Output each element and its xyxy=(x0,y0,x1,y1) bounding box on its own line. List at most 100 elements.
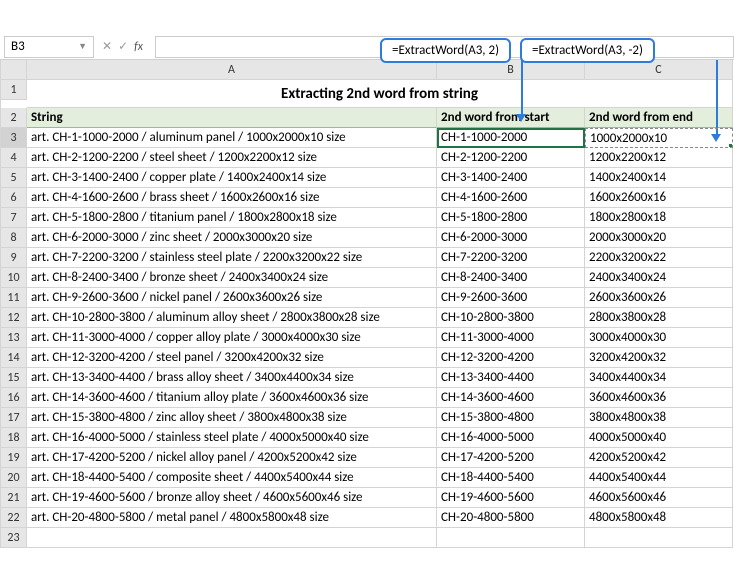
cell-string[interactable]: art. CH-15-3800-4800 / zinc alloy sheet … xyxy=(27,408,437,428)
column-header-c[interactable]: C xyxy=(585,60,733,80)
cell-string[interactable]: art. CH-13-3400-4400 / brass alloy sheet… xyxy=(27,368,437,388)
cell-word-from-end[interactable]: 3400x4400x34 xyxy=(585,368,733,388)
cell-word-from-end[interactable]: 3000x4000x30 xyxy=(585,328,733,348)
cell-string[interactable]: art. CH-6-2000-3000 / zinc sheet / 2000x… xyxy=(27,228,437,248)
row-header[interactable]: 15 xyxy=(1,368,27,388)
cell-word-from-end[interactable]: 4200x5200x42 xyxy=(585,448,733,468)
cell-word-from-end[interactable]: 1200x2200x12 xyxy=(585,148,733,168)
row-header[interactable]: 14 xyxy=(1,348,27,368)
cell-string[interactable]: art. CH-19-4600-5600 / bronze alloy shee… xyxy=(27,488,437,508)
title-cell[interactable]: Extracting 2nd word from string xyxy=(27,80,733,108)
cell-word-from-start[interactable]: CH-16-4000-5000 xyxy=(437,428,585,448)
row-header[interactable]: 6 xyxy=(1,188,27,208)
cell[interactable] xyxy=(437,528,585,548)
row-header[interactable]: 9 xyxy=(1,248,27,268)
cell-word-from-start[interactable]: CH-15-3800-4800 xyxy=(437,408,585,428)
fill-handle[interactable] xyxy=(729,144,733,148)
cell[interactable] xyxy=(585,528,733,548)
row-header[interactable]: 10 xyxy=(1,268,27,288)
row-header[interactable]: 21 xyxy=(1,488,27,508)
cell-string[interactable]: art. CH-10-2800-3800 / aluminum alloy sh… xyxy=(27,308,437,328)
cell-string[interactable]: art. CH-17-4200-5200 / nickel alloy pane… xyxy=(27,448,437,468)
row-header[interactable]: 5 xyxy=(1,168,27,188)
name-box[interactable]: B3 ▼ xyxy=(4,36,94,58)
cell-word-from-end[interactable]: 2600x3600x26 xyxy=(585,288,733,308)
cell-word-from-start[interactable]: CH-11-3000-4000 xyxy=(437,328,585,348)
row-header[interactable]: 13 xyxy=(1,328,27,348)
cell-word-from-start[interactable]: CH-20-4800-5800 xyxy=(437,508,585,528)
cell-word-from-start[interactable]: CH-8-2400-3400 xyxy=(437,268,585,288)
cell-string[interactable]: art. CH-1-1000-2000 / aluminum panel / 1… xyxy=(27,128,437,148)
cell-word-from-start[interactable]: CH-6-2000-3000 xyxy=(437,228,585,248)
cell-word-from-start[interactable]: CH-7-2200-3200 xyxy=(437,248,585,268)
cell-word-from-end[interactable]: 3600x4600x36 xyxy=(585,388,733,408)
row-header[interactable]: 19 xyxy=(1,448,27,468)
row-header[interactable]: 2 xyxy=(1,108,27,128)
cell-word-from-end[interactable]: 3800x4800x38 xyxy=(585,408,733,428)
cell-word-from-end[interactable]: 4000x5000x40 xyxy=(585,428,733,448)
cell-string[interactable]: art. CH-20-4800-5800 / metal panel / 480… xyxy=(27,508,437,528)
accept-icon[interactable]: ✓ xyxy=(118,39,128,54)
row-header[interactable]: 17 xyxy=(1,408,27,428)
cell-word-from-start[interactable]: CH-19-4600-5600 xyxy=(437,488,585,508)
cell-word-from-start[interactable]: CH-18-4400-5400 xyxy=(437,468,585,488)
row-header[interactable]: 11 xyxy=(1,288,27,308)
row-header[interactable]: 3 xyxy=(1,128,27,148)
cell-word-from-start[interactable]: CH-4-1600-2600 xyxy=(437,188,585,208)
header-string[interactable]: String xyxy=(27,108,437,128)
cell-word-from-start[interactable]: CH-10-2800-3800 xyxy=(437,308,585,328)
cell-string[interactable]: art. CH-12-3200-4200 / steel panel / 320… xyxy=(27,348,437,368)
cell-word-from-end[interactable]: 2200x3200x22 xyxy=(585,248,733,268)
cell-word-from-start[interactable]: CH-12-3200-4200 xyxy=(437,348,585,368)
cell-word-from-end[interactable]: 2800x3800x28 xyxy=(585,308,733,328)
row-header[interactable]: 1 xyxy=(1,80,27,100)
cell-word-from-start[interactable]: CH-1-1000-2000 xyxy=(437,128,585,148)
cancel-icon[interactable]: ✕ xyxy=(102,39,112,54)
cell-string[interactable]: art. CH-2-1200-2200 / steel sheet / 1200… xyxy=(27,148,437,168)
cell-word-from-start[interactable]: CH-13-3400-4400 xyxy=(437,368,585,388)
spreadsheet-grid[interactable]: A B C 1 Extracting 2nd word from string … xyxy=(0,60,734,548)
cell-word-from-end[interactable]: 1800x2800x18 xyxy=(585,208,733,228)
cell-word-from-start[interactable]: CH-5-1800-2800 xyxy=(437,208,585,228)
cell-word-from-end[interactable]: 1400x2400x14 xyxy=(585,168,733,188)
cell-word-from-start[interactable]: CH-17-4200-5200 xyxy=(437,448,585,468)
cell-string[interactable]: art. CH-7-2200-3200 / stainless steel pl… xyxy=(27,248,437,268)
column-header-b[interactable]: B xyxy=(437,60,585,80)
row-header[interactable]: 22 xyxy=(1,508,27,528)
cell-string[interactable]: art. CH-9-2600-3600 / nickel panel / 260… xyxy=(27,288,437,308)
select-all-corner[interactable] xyxy=(1,60,27,80)
row-header[interactable]: 16 xyxy=(1,388,27,408)
cell-word-from-end[interactable]: 4600x5600x46 xyxy=(585,488,733,508)
cell-word-from-end[interactable]: 4800x5800x48 xyxy=(585,508,733,528)
cell-word-from-start[interactable]: CH-3-1400-2400 xyxy=(437,168,585,188)
row-header[interactable]: 23 xyxy=(1,528,27,548)
header-from-end[interactable]: 2nd word from end xyxy=(585,108,733,128)
cell-string[interactable]: art. CH-14-3600-4600 / titanium alloy pl… xyxy=(27,388,437,408)
row-header[interactable]: 7 xyxy=(1,208,27,228)
column-header-a[interactable]: A xyxy=(27,60,437,80)
row-header[interactable]: 18 xyxy=(1,428,27,448)
cell-word-from-end[interactable]: 2400x3400x24 xyxy=(585,268,733,288)
cell-word-from-start[interactable]: CH-9-2600-3600 xyxy=(437,288,585,308)
chevron-down-icon[interactable]: ▼ xyxy=(78,41,87,52)
cell-word-from-start[interactable]: CH-14-3600-4600 xyxy=(437,388,585,408)
cell-word-from-end[interactable]: 3200x4200x32 xyxy=(585,348,733,368)
cell-word-from-end[interactable]: 2000x3000x20 xyxy=(585,228,733,248)
header-from-start[interactable]: 2nd word from start xyxy=(437,108,585,128)
cell-word-from-end[interactable]: 4400x5400x44 xyxy=(585,468,733,488)
row-header[interactable]: 20 xyxy=(1,468,27,488)
row-header[interactable]: 12 xyxy=(1,308,27,328)
cell-word-from-end[interactable]: 1600x2600x16 xyxy=(585,188,733,208)
cell-string[interactable]: art. CH-3-1400-2400 / copper plate / 140… xyxy=(27,168,437,188)
cell-string[interactable]: art. CH-18-4400-5400 / composite sheet /… xyxy=(27,468,437,488)
cell-string[interactable]: art. CH-4-1600-2600 / brass sheet / 1600… xyxy=(27,188,437,208)
row-header[interactable]: 4 xyxy=(1,148,27,168)
cell-string[interactable]: art. CH-16-4000-5000 / stainless steel p… xyxy=(27,428,437,448)
cell[interactable] xyxy=(27,528,437,548)
cell-word-from-end[interactable]: 1000x2000x10 xyxy=(585,128,733,148)
cell-word-from-start[interactable]: CH-2-1200-2200 xyxy=(437,148,585,168)
cell-string[interactable]: art. CH-5-1800-2800 / titanium panel / 1… xyxy=(27,208,437,228)
row-header[interactable]: 8 xyxy=(1,228,27,248)
cell-string[interactable]: art. CH-8-2400-3400 / bronze sheet / 240… xyxy=(27,268,437,288)
fx-icon[interactable]: fx xyxy=(134,40,143,54)
